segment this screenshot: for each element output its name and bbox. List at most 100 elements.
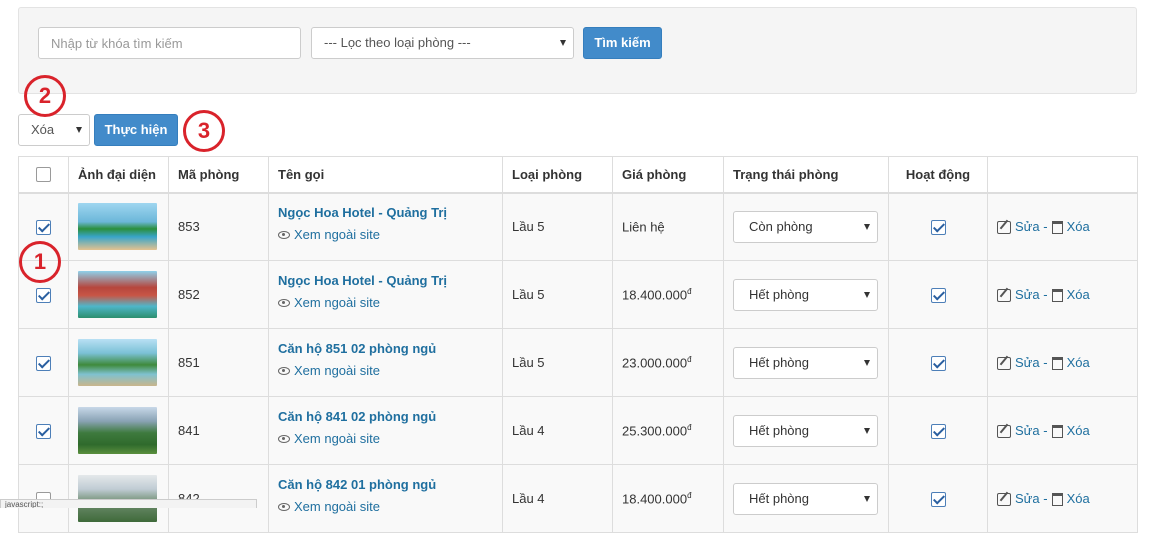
row-checkbox[interactable]	[36, 219, 51, 235]
view-site-label: Xem ngoài site	[294, 227, 380, 243]
table-row: 851 Căn hộ 851 02 phòng ngủ Xem ngoài si…	[18, 328, 1138, 397]
room-name-link[interactable]: Ngọc Hoa Hotel - Quảng Trị	[278, 205, 493, 220]
room-price: Liên hệ	[622, 219, 665, 235]
room-status-select[interactable]: Hết phòng	[733, 346, 878, 379]
view-site-link[interactable]: Xem ngoài site	[278, 499, 493, 514]
view-site-link[interactable]: Xem ngoài site	[278, 227, 493, 242]
edit-icon[interactable]	[997, 289, 1011, 303]
edit-link[interactable]: Sửa	[1015, 355, 1040, 370]
active-cell	[888, 328, 988, 397]
action-separator: -	[1043, 354, 1048, 370]
table-row: 853 Ngọc Hoa Hotel - Quảng Trị Xem ngoài…	[18, 192, 1138, 261]
browser-status-bar: javascript:;	[0, 499, 257, 508]
col-header-room-type: Loại phòng	[502, 156, 613, 194]
actions-cell: Sửa - Xóa	[987, 192, 1138, 261]
select-all-checkbox[interactable]	[36, 167, 51, 183]
annotation-marker-3: 3	[183, 110, 225, 152]
eye-icon	[278, 230, 290, 239]
room-status-select[interactable]: Hết phòng	[733, 414, 878, 447]
room-name-cell: Ngọc Hoa Hotel - Quảng Trị Xem ngoài sit…	[268, 192, 503, 261]
row-checkbox[interactable]	[36, 355, 51, 371]
eye-icon	[278, 434, 290, 443]
actions-cell: Sửa - Xóa	[987, 396, 1138, 465]
view-site-link[interactable]: Xem ngoài site	[278, 431, 493, 446]
active-cell	[888, 192, 988, 261]
col-header-actions	[987, 156, 1138, 194]
room-name-link[interactable]: Ngọc Hoa Hotel - Quảng Trị	[278, 273, 493, 288]
view-site-link[interactable]: Xem ngoài site	[278, 363, 493, 378]
delete-link[interactable]: Xóa	[1067, 287, 1090, 302]
actions-cell: Sửa - Xóa	[987, 464, 1138, 533]
view-site-link[interactable]: Xem ngoài site	[278, 295, 493, 310]
action-separator: -	[1043, 219, 1048, 235]
currency-symbol: đ	[687, 490, 692, 500]
table-row: 841 Căn hộ 841 02 phòng ngủ Xem ngoài si…	[18, 396, 1138, 465]
eye-icon	[278, 366, 290, 375]
edit-link[interactable]: Sửa	[1015, 287, 1040, 302]
table-header-row: Ảnh đại diện Mã phòng Tên gọi Loại phòng…	[18, 156, 1138, 194]
edit-icon[interactable]	[997, 357, 1011, 371]
status-cell: Còn phòng	[723, 192, 889, 261]
room-type: Lầu 5	[502, 192, 613, 261]
currency-symbol: đ	[687, 354, 692, 364]
view-site-label: Xem ngoài site	[294, 499, 380, 514]
actions-cell: Sửa - Xóa	[987, 260, 1138, 329]
edit-icon[interactable]	[997, 221, 1011, 235]
col-header-price: Giá phòng	[612, 156, 724, 194]
status-cell: Hết phòng	[723, 328, 889, 397]
active-checkbox[interactable]	[930, 491, 946, 507]
col-header-thumbnail: Ảnh đại diện	[68, 156, 169, 194]
status-cell: Hết phòng	[723, 464, 889, 533]
room-status-select[interactable]: Còn phòng	[733, 210, 878, 243]
room-name-link[interactable]: Căn hộ 842 01 phòng ngủ	[278, 477, 493, 492]
active-checkbox[interactable]	[930, 355, 946, 371]
room-name-link[interactable]: Căn hộ 841 02 phòng ngủ	[278, 409, 493, 424]
eye-icon	[278, 298, 290, 307]
room-price: 18.400.000	[622, 491, 688, 507]
search-button[interactable]: Tìm kiếm	[583, 27, 662, 59]
delete-link[interactable]: Xóa	[1067, 355, 1090, 370]
room-status-select[interactable]: Hết phòng	[733, 278, 878, 311]
room-status-value: Hết phòng	[749, 286, 809, 302]
status-cell: Hết phòng	[723, 396, 889, 465]
view-site-label: Xem ngoài site	[294, 431, 380, 446]
trash-icon[interactable]	[1051, 221, 1063, 235]
active-checkbox[interactable]	[930, 423, 946, 439]
actions-cell: Sửa - Xóa	[987, 328, 1138, 397]
filter-panel: --- Lọc theo loại phòng --- Tìm kiếm	[18, 7, 1137, 94]
row-checkbox[interactable]	[36, 423, 51, 439]
trash-icon[interactable]	[1051, 357, 1063, 371]
room-name-cell: Căn hộ 851 02 phòng ngủ Xem ngoài site	[268, 328, 503, 397]
caret-down-icon	[864, 495, 870, 502]
room-status-value: Hết phòng	[749, 490, 809, 506]
trash-icon[interactable]	[1051, 289, 1063, 303]
room-name-link[interactable]: Căn hộ 851 02 phòng ngủ	[278, 341, 493, 356]
edit-icon[interactable]	[997, 425, 1011, 439]
room-status-select[interactable]: Hết phòng	[733, 482, 878, 515]
active-checkbox[interactable]	[930, 287, 946, 303]
delete-link[interactable]: Xóa	[1067, 423, 1090, 438]
col-header-room-code: Mã phòng	[168, 156, 269, 194]
search-input[interactable]	[38, 27, 301, 59]
bulk-action-select[interactable]: Xóa	[18, 114, 90, 146]
row-checkbox-cell	[18, 396, 69, 465]
execute-button[interactable]: Thực hiện	[94, 114, 178, 146]
view-site-label: Xem ngoài site	[294, 363, 380, 378]
edit-icon[interactable]	[997, 493, 1011, 507]
active-checkbox[interactable]	[930, 219, 946, 235]
delete-link[interactable]: Xóa	[1067, 219, 1090, 234]
edit-link[interactable]: Sửa	[1015, 423, 1040, 438]
delete-link[interactable]: Xóa	[1067, 491, 1090, 506]
annotation-marker-2: 2	[24, 75, 66, 117]
edit-link[interactable]: Sửa	[1015, 219, 1040, 234]
row-checkbox-cell	[18, 328, 69, 397]
room-type: Lầu 4	[502, 396, 613, 465]
room-type-filter-select[interactable]: --- Lọc theo loại phòng ---	[311, 27, 574, 59]
trash-icon[interactable]	[1051, 425, 1063, 439]
room-type: Lầu 4	[502, 464, 613, 533]
room-thumbnail	[78, 407, 157, 454]
row-checkbox[interactable]	[36, 287, 51, 303]
trash-icon[interactable]	[1051, 493, 1063, 507]
edit-link[interactable]: Sửa	[1015, 491, 1040, 506]
room-price: 18.400.000	[622, 287, 688, 303]
